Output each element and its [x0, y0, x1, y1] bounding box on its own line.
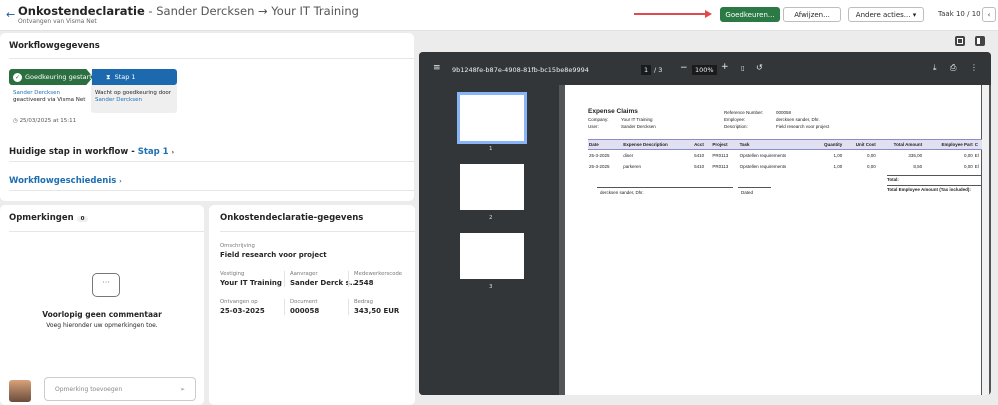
print-icon[interactable]: ⎙	[950, 63, 956, 73]
other-actions-label: Andere acties...	[855, 10, 911, 19]
pdf-filename: 9b1248fe-b87e-4908-81fb-bc15be8e9994	[452, 66, 589, 74]
clock-icon: ◷	[13, 118, 18, 124]
other-actions-dropdown[interactable]: Andere acties... ▾	[848, 7, 924, 22]
chevron-left-icon: ‹	[987, 10, 991, 19]
pdf-toolbar: ≡ 9b1248fe-b87e-4908-81fb-bc15be8e9994 1…	[419, 52, 991, 85]
field-branch: Vestiging Your IT Training	[220, 271, 282, 287]
step1-user-link[interactable]: Sander Dercksen	[95, 97, 142, 103]
comments-card: Opmerkingen 0 ··· Voorlopig geen comment…	[0, 205, 204, 405]
field-employee-code: Medewerkerscode 2548	[348, 271, 412, 287]
reject-button[interactable]: Afwijzen...	[783, 7, 841, 22]
field-requester: Aanvrager Sander Derck s...	[284, 271, 358, 287]
rotate-icon[interactable]: ↺	[756, 63, 763, 72]
download-icon[interactable]: ⤓	[933, 63, 937, 73]
page-input[interactable]: 1	[641, 65, 652, 75]
step-1[interactable]: ⧗ Stap 1	[92, 69, 177, 85]
details-grid: Vestiging Your IT Training Aanvrager Sande…	[220, 271, 412, 315]
send-icon[interactable]: ➢	[180, 386, 185, 393]
expense-table: Date Expense Description Acct Project Task Qu…	[588, 139, 983, 172]
field-document: Document 000058	[284, 299, 348, 315]
details-title: Onkostendeclaratie-gegevens	[220, 213, 364, 223]
workflow-history-link[interactable]: Workflowgeschiedenis ›	[9, 176, 122, 186]
workflow-title: Workflowgegevens	[9, 41, 100, 51]
comments-title: Opmerkingen 0	[9, 213, 89, 223]
description-label: Omschrijving	[220, 243, 255, 249]
details-card: Onkostendeclaratie-gegevens Omschrijving…	[209, 205, 415, 405]
description-value: Field research voor project	[220, 251, 327, 259]
table-row: 25-3-2025 parkeren 5410 PR0113 Opstellen req…	[589, 164, 979, 169]
empty-comments-title: Voorlopig geen commentaar	[42, 310, 162, 319]
step1-note: Wacht op goedkeuring door	[95, 90, 172, 96]
chat-bubble-icon: ···	[92, 273, 120, 297]
top-header: ← Onkostendeclaratie - Sander Dercksen →…	[0, 0, 998, 31]
empty-comments-subtitle: Voeg hieronder uw opmerkingen toe.	[46, 322, 158, 329]
thumbnail-page-2[interactable]	[460, 164, 524, 210]
task-counter: Taak 10 / 10	[938, 10, 981, 18]
current-step-link[interactable]: Huidige stap in workflow - Stap 1 ›	[9, 147, 174, 157]
annotation-arrow	[634, 10, 712, 18]
timestamp: 25/03/2025 at 15:11	[19, 118, 77, 124]
hourglass-icon: ⧗	[106, 72, 111, 81]
page-title: Onkostendeclaratie - Sander Dercksen → Y…	[18, 4, 359, 18]
avatar	[9, 380, 31, 402]
thumbnail-page-1[interactable]	[457, 92, 527, 144]
comment-input[interactable]: Opmerking toevoegen ➢	[44, 377, 196, 401]
field-received: Ontvangen op 25-03-2025	[220, 299, 265, 315]
menu-icon[interactable]: ≡	[433, 63, 441, 73]
thumbnail-sidebar: 1 2 3	[419, 85, 559, 395]
chevron-down-icon: ▾	[912, 10, 917, 19]
back-arrow-icon[interactable]: ←	[6, 8, 15, 21]
layout-toggle-1-icon[interactable]	[955, 36, 965, 46]
zoom-input[interactable]: 100%	[692, 65, 717, 75]
page-subtitle: Ontvangen van Visma Net	[18, 18, 97, 25]
collapse-button[interactable]: ‹	[982, 7, 996, 22]
step0-note: geactiveerd via Visma Net	[13, 97, 86, 103]
page-total: / 3	[654, 66, 663, 74]
zoom-in-icon[interactable]: +	[721, 62, 729, 72]
table-row: 25-3-2025 diner 5410 PR0113 Opstellen requir…	[589, 153, 979, 158]
approve-button[interactable]: Goedkeuren...	[720, 7, 780, 22]
fit-page-icon[interactable]: ▯	[741, 64, 745, 72]
layout-toggle-2-icon[interactable]	[975, 36, 985, 46]
thumbnail-page-3[interactable]	[460, 233, 524, 279]
pdf-viewer: ≡ 9b1248fe-b87e-4908-81fb-bc15be8e9994 1…	[419, 52, 991, 395]
step-approval-started: ✓ Goedkeuring gestart	[9, 69, 93, 85]
zoom-out-icon[interactable]: −	[680, 63, 688, 73]
workflow-card: Workflowgegevens ✓ Goedkeuring gestart ⧗ S…	[0, 33, 414, 201]
pdf-scrollbar[interactable]	[982, 85, 989, 395]
more-icon[interactable]: ⋮	[970, 63, 978, 72]
pdf-page: Expense Claims Company: Your IT Training…	[565, 85, 987, 395]
check-circle-icon: ✓	[13, 72, 22, 82]
comments-count-badge: 0	[76, 216, 89, 222]
step0-user-link[interactable]: Sander Dercksen	[13, 90, 60, 96]
field-amount: Bedrag 343,50 EUR	[348, 299, 412, 315]
